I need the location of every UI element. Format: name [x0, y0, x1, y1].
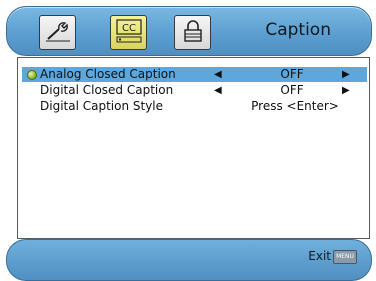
wrench-icon [45, 20, 71, 46]
menu-item-value: Press <Enter> [251, 99, 339, 113]
menu-item-digital-caption-style[interactable]: Digital Caption Style Press <Enter> [22, 99, 367, 114]
page-title: Caption [265, 20, 331, 40]
cc-icon-label: CC [122, 23, 136, 34]
selection-indicator-icon [27, 70, 37, 80]
footer-bar: Exit MENU [6, 239, 372, 281]
menu-item-value: OFF [280, 67, 304, 81]
arrow-right-icon[interactable]: ▶ [342, 67, 350, 82]
header-bar: CC Caption [6, 6, 372, 56]
menu-item-digital-closed-caption[interactable]: Digital Closed Caption ◀ OFF ▶ [22, 83, 367, 98]
caption-osd-menu: CC Caption Analog Closed Caption ◀ OFF ▶… [0, 0, 376, 281]
arrow-left-icon[interactable]: ◀ [214, 83, 222, 98]
menu-item-analog-closed-caption[interactable]: Analog Closed Caption ◀ OFF ▶ [22, 67, 367, 82]
exit-label: Exit [308, 249, 331, 263]
lock-icon [181, 19, 205, 47]
menu-panel: Analog Closed Caption ◀ OFF ▶ Digital Cl… [17, 57, 370, 239]
cc-icon: CC [115, 18, 143, 48]
menu-key-icon[interactable]: MENU [333, 250, 357, 264]
tab-lock[interactable] [174, 15, 211, 50]
arrow-right-icon[interactable]: ▶ [342, 83, 350, 98]
menu-item-label: Digital Closed Caption [40, 83, 174, 97]
tab-caption[interactable]: CC [110, 15, 147, 50]
menu-item-value: OFF [280, 83, 304, 97]
arrow-left-icon[interactable]: ◀ [214, 67, 222, 82]
menu-item-label: Digital Caption Style [40, 99, 164, 113]
tab-setup[interactable] [39, 15, 76, 50]
menu-item-label: Analog Closed Caption [40, 67, 176, 81]
